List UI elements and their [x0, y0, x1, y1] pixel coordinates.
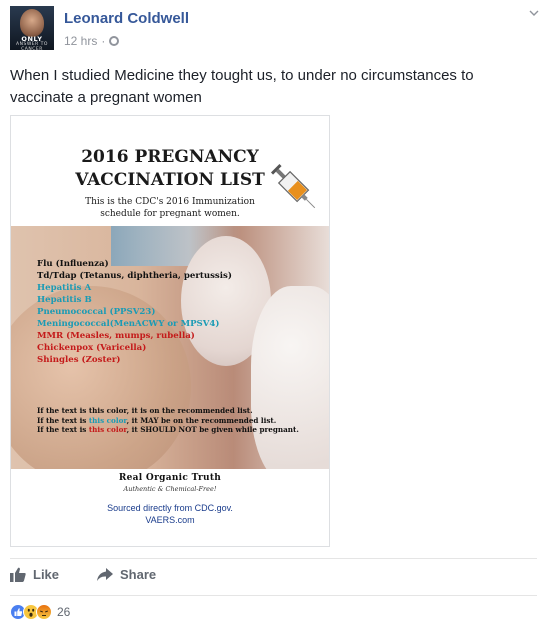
poster-subtitle: This is the CDC's 2016 Immunization sche…	[85, 197, 255, 219]
vaccine-item: Pneumococcal (PPSV23)	[37, 307, 156, 317]
post-meta: 12 hrs ·	[64, 34, 120, 48]
like-label: Like	[33, 567, 60, 582]
reaction-count: 26	[57, 605, 71, 619]
author-avatar[interactable]: ONLY ANSWER TO CANCER	[10, 6, 54, 50]
attached-image[interactable]: 2016 PREGNANCY VACCINATION LIST This is …	[10, 115, 330, 547]
legend-line: If the text is this color, it SHOULD NOT…	[37, 425, 299, 434]
facebook-post: ONLY ANSWER TO CANCER Leonard Coldwell 1…	[0, 0, 547, 633]
vaccine-item: Hepatitis A	[37, 283, 92, 293]
legend-line: If the text is this color, it MAY be on …	[37, 415, 277, 425]
avatar-subtext: ANSWER TO CANCER	[16, 42, 48, 50]
vaccine-item: Shingles (Zoster)	[37, 355, 121, 365]
vaccine-item: Td/Tdap (Tetanus, diphtheria, pertussis)	[37, 271, 232, 281]
vaccine-item: Hepatitis B	[37, 295, 92, 305]
source-text: Sourced directly from CDC.gov. VAERS.com	[107, 503, 233, 525]
reactions-summary[interactable]: 26	[10, 604, 70, 620]
vaccine-item: MMR (Measles, mumps, rubella)	[37, 331, 195, 341]
share-label: Share	[120, 567, 157, 582]
legend-line: If the text is this color, it is on the …	[37, 406, 253, 415]
chevron-down-icon[interactable]	[529, 8, 539, 18]
share-arrow-icon	[97, 567, 113, 581]
brand-logo: Real Organic Truth	[118, 473, 222, 483]
vaccine-item: Flu (Influenza)	[37, 259, 109, 269]
divider	[10, 558, 537, 559]
angry-reaction-icon	[36, 604, 52, 620]
vaccine-item: Meningococcal(MenACWY or MPSV4)	[37, 319, 220, 329]
like-button[interactable]: Like	[10, 567, 59, 582]
share-button[interactable]: Share	[97, 567, 156, 582]
brand-tagline: Authentic & Chemical-Free!	[123, 485, 217, 493]
vaccine-list: Flu (Influenza) Td/Tdap (Tetanus, diphthe…	[37, 258, 232, 366]
globe-icon	[109, 36, 120, 46]
post-text: When I studied Medicine they tought us, …	[10, 67, 474, 106]
author-name[interactable]: Leonard Coldwell	[64, 10, 189, 27]
divider	[10, 595, 537, 596]
vaccine-item: Chickenpox (Varicella)	[37, 343, 147, 353]
thumbs-up-icon	[10, 567, 26, 582]
post-timestamp[interactable]: 12 hrs	[64, 34, 97, 48]
color-legend: If the text is this color, it is on the …	[37, 406, 299, 435]
